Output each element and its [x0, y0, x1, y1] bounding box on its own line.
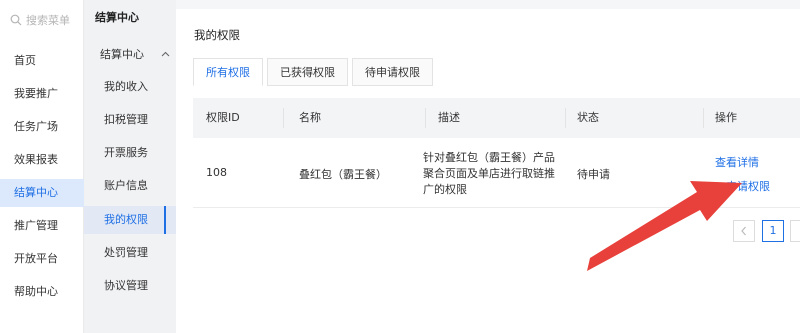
main-sidebar: 搜索菜单 首页 我要推广 任务广场 效果报表 结算中心 推广管理 开放平台 帮助…: [0, 0, 84, 333]
page-title: 我的权限: [194, 28, 240, 42]
cell-id: 108: [206, 166, 227, 179]
cell-status: 待申请: [577, 168, 610, 181]
tab-granted-permissions[interactable]: 已获得权限: [267, 58, 348, 86]
sub-group-settlement[interactable]: 结算中心: [100, 46, 170, 62]
table-header: 权限ID 名称 描述 状态 操作: [193, 98, 800, 138]
sub-group-label: 结算中心: [100, 48, 144, 61]
cell-desc: 针对叠红包（霸王餐）产品聚合页面及单店进行取链推广的权限: [423, 151, 555, 196]
cell-name: 叠红包（霸王餐）: [299, 168, 387, 181]
apply-permission-link[interactable]: 申请权限: [726, 178, 770, 194]
header-actions: 操作: [715, 111, 737, 124]
menu-search[interactable]: 搜索菜单: [10, 12, 70, 28]
chevron-up-icon: [161, 51, 170, 57]
sub-item-invoice[interactable]: 开票服务: [84, 139, 176, 167]
search-icon: [10, 14, 22, 26]
sub-item-account[interactable]: 账户信息: [84, 172, 176, 200]
permission-tabs: 所有权限 已获得权限 待申请权限: [193, 58, 437, 86]
sub-sidebar: 结算中心 结算中心 我的收入 扣税管理 开票服务 账户信息 我的权限 处罚管理 …: [84, 0, 176, 333]
view-details-link[interactable]: 查看详情: [715, 154, 759, 170]
nav-item-task-square[interactable]: 任务广场: [0, 113, 84, 141]
tab-all-permissions[interactable]: 所有权限: [193, 58, 263, 86]
sub-item-income[interactable]: 我的收入: [84, 73, 176, 101]
header-divider: [425, 108, 426, 128]
pagination-next[interactable]: [790, 220, 800, 242]
tab-pending-permissions[interactable]: 待申请权限: [352, 58, 433, 86]
nav-item-reports[interactable]: 效果报表: [0, 146, 84, 174]
header-desc: 描述: [438, 111, 460, 124]
table-row: 108 叠红包（霸王餐） 针对叠红包（霸王餐）产品聚合页面及单店进行取链推广的权…: [193, 138, 800, 208]
pagination-prev[interactable]: [733, 220, 755, 242]
sub-sidebar-title: 结算中心: [95, 11, 139, 24]
header-status: 状态: [577, 111, 599, 124]
header-divider: [283, 108, 284, 128]
search-placeholder: 搜索菜单: [26, 14, 70, 27]
sub-item-permissions[interactable]: 我的权限: [84, 206, 176, 234]
header-divider: [565, 108, 566, 128]
header-divider: [703, 108, 704, 128]
nav-item-open-platform[interactable]: 开放平台: [0, 245, 84, 273]
nav-item-promotion-manage[interactable]: 推广管理: [0, 212, 84, 240]
nav-item-promote[interactable]: 我要推广: [0, 80, 84, 108]
main-content: 我的权限 所有权限 已获得权限 待申请权限 权限ID 名称 描述 状态 操作 1…: [176, 0, 800, 333]
nav-item-home[interactable]: 首页: [0, 47, 84, 75]
pagination-page-current[interactable]: 1: [762, 220, 784, 242]
sub-item-tax[interactable]: 扣税管理: [84, 106, 176, 134]
nav-item-help[interactable]: 帮助中心: [0, 278, 84, 306]
nav-item-settlement[interactable]: 结算中心: [0, 179, 84, 207]
header-name: 名称: [299, 111, 321, 124]
sub-item-agreements[interactable]: 协议管理: [84, 272, 176, 300]
header-id: 权限ID: [206, 111, 240, 124]
chevron-left-icon: [741, 226, 746, 236]
sub-item-penalty[interactable]: 处罚管理: [84, 239, 176, 267]
